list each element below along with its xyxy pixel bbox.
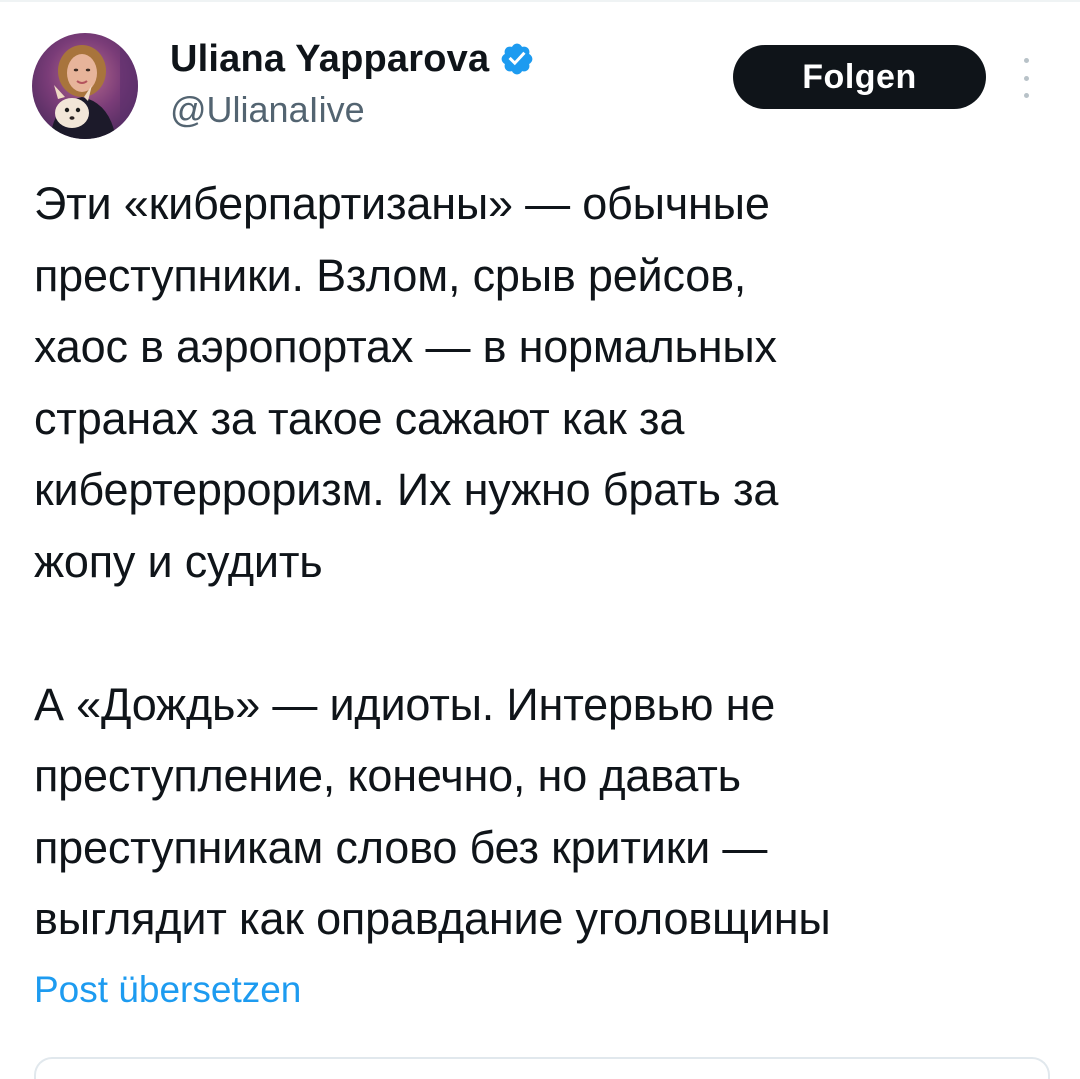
tweet-line: преступники. Взлом, срыв рейсов, [34,249,747,301]
more-dot [1023,58,1029,63]
tweet-paragraph: А «Дождь» — идиоты. Интервью не преступл… [34,669,1064,955]
tweet: Uliana Yapparova @UlianaIive Folgen Эти … [0,0,1080,1079]
tweet-line: преступникам слово без критики — [34,821,768,873]
display-name[interactable]: Uliana Yapparova [170,40,489,78]
more-dot [1023,75,1029,81]
tweet-line: А «Дождь» — идиоты. Интервью не [34,678,776,730]
more-dots-icon[interactable] [1015,58,1037,98]
tweet-line: преступление, конечно, но давать [34,750,741,801]
translate-post-link[interactable]: Post übersetzen [34,968,301,1012]
tweet-line: странах за такое сажают как за [34,392,685,444]
avatar[interactable] [32,33,138,139]
author-info: Uliana Yapparova @UlianaIive [170,34,535,128]
tweet-line: кибертерроризм. Их нужно брать за [34,464,779,515]
tweet-line: Эти «киберпартизаны» — обычные [34,178,770,229]
verified-badge-icon[interactable] [499,41,535,77]
tweet-line: выглядит как оправдание уголовщины [34,893,831,944]
user-handle[interactable]: @UlianaIive [170,92,535,128]
embedded-card-edge [34,1057,1050,1079]
tweet-text: Эти «киберпартизаны» — обычные преступни… [34,168,1064,955]
tweet-line: хаос в аэропортах — в нормальных [34,321,777,372]
more-dot [1023,93,1029,98]
tweet-line: жопу и судить [34,535,323,587]
follow-button[interactable]: Folgen [733,45,986,109]
avatar-photo [50,33,138,139]
tweet-paragraph: Эти «киберпартизаны» — обычные преступни… [34,168,1064,597]
display-name-row: Uliana Yapparova [170,34,535,84]
